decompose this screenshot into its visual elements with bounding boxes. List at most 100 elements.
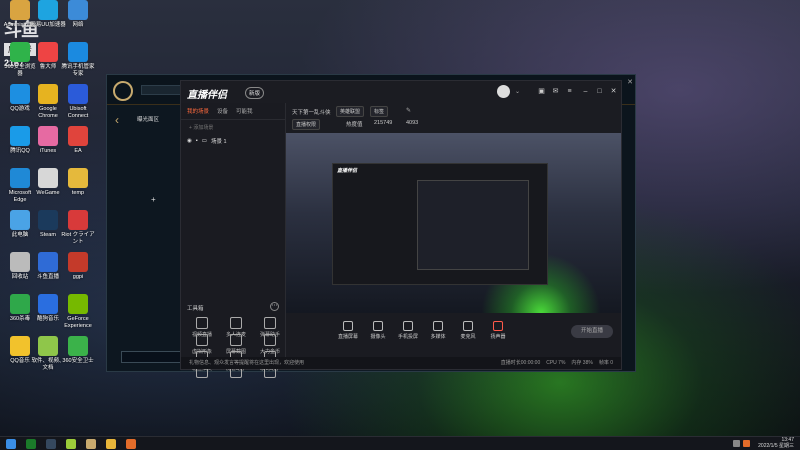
clock[interactable]: 13:47 2022/1/5 星期三 [758, 437, 794, 449]
taskbar-app-icon[interactable] [66, 439, 76, 449]
desktop-icon[interactable]: Riot クライアント [60, 210, 96, 245]
app-icon [38, 126, 58, 146]
app-icon [38, 0, 58, 20]
app-icon [68, 126, 88, 146]
mail-icon[interactable]: ✉ [551, 87, 560, 96]
stream-title: 天下第一乱斗侠 [292, 110, 331, 116]
source-action-icon [463, 321, 473, 331]
desktop-icon-label: GeForce Experience [64, 316, 92, 329]
menu-icon[interactable]: ≡ [565, 87, 574, 96]
fans-count: 4093 [406, 120, 419, 126]
app-icon [10, 126, 30, 146]
app-icon [38, 210, 58, 230]
app-icon [68, 42, 88, 62]
desktop-icon-label: 网络 [72, 22, 84, 28]
desktop-icon-label: 360安全卫士 [62, 358, 94, 364]
add-scene-button[interactable]: + 添加场景 [181, 120, 285, 135]
steam-taskbar-icon[interactable] [46, 439, 56, 449]
desktop-icon[interactable]: ggpi [60, 252, 96, 281]
streaming-taskbar-icon[interactable] [126, 439, 136, 449]
source-actions: 直播屏幕 摄像头 手机投屏 多媒体 麦克风 扬声器 开始直播 [286, 313, 621, 359]
windows-start-icon[interactable] [6, 439, 16, 449]
add-plus-icon[interactable]: + [151, 195, 156, 204]
version-badge[interactable]: 新版 [245, 87, 265, 99]
game-client-sidebar [107, 105, 181, 371]
app-icon [10, 336, 30, 356]
tray-network-icon[interactable] [733, 440, 740, 447]
start-stream-button[interactable]: 开始直播 [571, 325, 613, 338]
app-icon [38, 84, 58, 104]
app-icon [68, 84, 88, 104]
close-icon[interactable]: ✕ [609, 87, 618, 96]
desktop-icon-label: ggpi [72, 274, 84, 280]
app-icon [10, 42, 30, 62]
stat-item: 帧率 0 [598, 360, 613, 366]
tool-icon [230, 317, 242, 329]
nested-brand: 直播伴侣 [337, 168, 358, 174]
stream-info-bar: 天下第一乱斗侠 英雄联盟 标签 ✎ 直播权限 热度值 215749 4093 [286, 103, 621, 133]
stat-item: 内存 38% [571, 360, 593, 366]
desktop-icon[interactable]: Ubisoft Connect [60, 84, 96, 119]
app-titlebar[interactable]: 直播伴侣 新版 ⌄ ▣ ✉ ≡ – □ ✕ [181, 81, 621, 103]
game-client-search[interactable] [141, 85, 181, 95]
league-taskbar-icon[interactable] [86, 439, 96, 449]
app-brand: 直播伴侣 [187, 90, 227, 101]
source-action-icon [343, 321, 353, 331]
add-scene-label: 添加场景 [193, 125, 214, 131]
app-icon [10, 210, 30, 230]
game-client-left-label: 曝光面区 [137, 117, 160, 123]
app-icon [10, 84, 30, 104]
source-action-button[interactable]: 扬声器 [480, 321, 516, 340]
app-icon [68, 168, 88, 188]
source-action-icon [493, 321, 503, 331]
maximize-icon[interactable]: □ [595, 87, 604, 96]
stat-item: CPU 7% [546, 360, 566, 366]
tool-icon [230, 334, 242, 346]
stream-preview[interactable]: 直播伴侣 [286, 133, 621, 313]
source-action-icon [403, 321, 413, 331]
date: 2022/1/5 星期三 [758, 443, 794, 449]
tool-icon [196, 317, 208, 329]
app-icon [38, 336, 58, 356]
desktop-icon[interactable]: 网络 [60, 0, 96, 29]
avatar[interactable] [497, 85, 510, 98]
edit-icon[interactable]: ✎ [406, 107, 411, 114]
stat-item: 直播时长00:00:00 [500, 360, 541, 366]
tab-other[interactable]: 可能我 [236, 107, 253, 115]
scene-tabs: 我的场景 设备 可能我 [181, 103, 285, 120]
scene-item[interactable]: ◉ ▪ ▭ 场景 1 [181, 135, 285, 147]
viewers-label: 热度值 [346, 122, 363, 128]
tray-app-icon[interactable] [743, 440, 750, 447]
desktop-icon[interactable]: GeForce Experience [60, 294, 96, 329]
more-tools-icon[interactable]: ⋯ [270, 302, 279, 311]
desktop-icon-label: Riot クライアント [61, 232, 95, 245]
desktop-icon[interactable]: temp [60, 168, 96, 197]
toolbox-header: 工具箱 [187, 306, 204, 312]
desktop-icon-label: temp [71, 190, 85, 196]
xbox-icon[interactable] [26, 439, 36, 449]
game-client-close-icon[interactable]: ✕ [627, 78, 633, 86]
gift-icon[interactable]: ▣ [537, 87, 546, 96]
minimize-icon[interactable]: – [581, 87, 590, 96]
source-action-icon [433, 321, 443, 331]
desktop-icon[interactable]: 360安全卫士 [60, 336, 96, 365]
viewers-count: 215749 [374, 120, 393, 126]
desktop-icon-label: 腾讯手机管家专家 [61, 64, 95, 77]
desktop-icon[interactable]: EA [60, 126, 96, 155]
tab-scenes[interactable]: 我的场景 [187, 107, 209, 115]
nested-preview-inner [417, 180, 529, 270]
taskbar-app2-icon[interactable] [106, 439, 116, 449]
tab-devices[interactable]: 设备 [217, 107, 228, 115]
app-icon [68, 336, 88, 356]
app-icon [38, 252, 58, 272]
chevron-down-icon[interactable]: ⌄ [515, 88, 520, 95]
app-icon [68, 294, 88, 314]
desktop-icon[interactable]: 腾讯手机管家专家 [60, 42, 96, 77]
app-icon [10, 252, 30, 272]
app-icon [10, 168, 30, 188]
tag-button[interactable]: 标签 [370, 106, 389, 117]
category-tag[interactable]: 英雄联盟 [336, 106, 365, 117]
back-arrow-icon[interactable]: ‹ [115, 113, 119, 127]
app-icon [10, 294, 30, 314]
streaming-app-window[interactable]: 直播伴侣 新版 ⌄ ▣ ✉ ≡ – □ ✕ 我的场景 设备 可能我 + 添加场景… [180, 80, 622, 378]
